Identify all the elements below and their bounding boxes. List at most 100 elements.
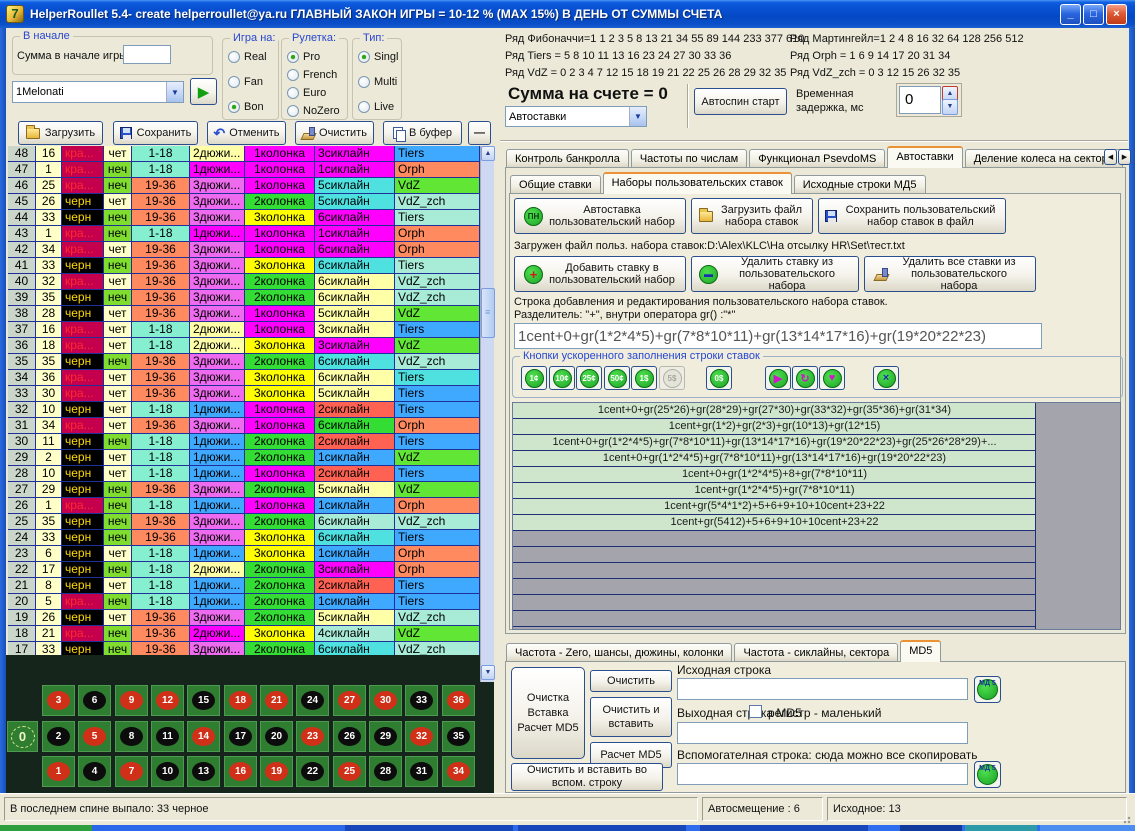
board-cell-6[interactable]: 6 (78, 685, 111, 716)
md5-clear-paste-aux-button[interactable]: Очистить и вставить во вспом. строку (511, 763, 663, 791)
history-scrollbar[interactable]: ▲ ▼ (480, 146, 494, 682)
taskbar-item[interactable] (700, 825, 868, 831)
bottomtab-md5[interactable]: MD5 (900, 640, 941, 662)
collapse-button[interactable]: — (468, 121, 491, 145)
bet-string-input[interactable] (514, 323, 1042, 349)
bet-string-row[interactable]: 1cent+gr(5*4*1*2)+5+6+9+10+10cent+23+22 (513, 499, 1036, 515)
run-profile-button[interactable]: ▶ (190, 78, 217, 105)
table-row[interactable]: 292чернчет1-181дюжи...2колонка1сиклайнVd… (8, 450, 480, 466)
delay-input[interactable]: 0 (899, 86, 941, 114)
close-button[interactable]: × (1106, 4, 1127, 25)
bottomtab-частота-zero-шансы-дюжины-колонки[interactable]: Частота - Zero, шансы, дюжины, колонки (506, 643, 732, 662)
table-row[interactable]: 471кра...неч1-181дюжи...1колонка1сиклайн… (8, 162, 480, 178)
md5-big-button[interactable]: Очистка Вставка Расчет MD5 (511, 667, 585, 759)
start-button[interactable] (0, 825, 92, 831)
table-row[interactable]: 261кра...неч1-181дюжи...1колонка1сиклайн… (8, 498, 480, 514)
radio-dot-icon[interactable] (358, 101, 370, 113)
board-cell-10[interactable]: 10 (151, 756, 184, 787)
board-cell-17[interactable]: 17 (224, 721, 257, 752)
table-row[interactable]: 3716кра...чет1-182дюжи...1колонка3сиклай… (8, 322, 480, 338)
table-row[interactable]: 236чернчет1-181дюжи...3колонка1сиклайнOr… (8, 546, 480, 562)
board-cell-28[interactable]: 28 (369, 756, 402, 787)
table-row[interactable]: 3618кра...чет1-182дюжи...3колонка3сиклай… (8, 338, 480, 354)
bet-string-row-empty[interactable] (513, 547, 1036, 563)
register-checkbox[interactable] (749, 705, 762, 718)
bet-string-row-empty[interactable] (513, 579, 1036, 595)
save-button[interactable]: Сохранить (113, 121, 198, 145)
clear-button[interactable]: Очистить (295, 121, 374, 145)
spin-history-table[interactable]: 4816кра...чет1-182дюжи...1колонка3сиклай… (8, 146, 480, 655)
load-set-file-button[interactable]: Загрузить файл набора ставок (691, 198, 813, 234)
board-cell-25[interactable]: 25 (333, 756, 366, 787)
tab-контроль-банкролла[interactable]: Контроль банкролла (506, 149, 629, 168)
resize-grip[interactable] (1123, 814, 1133, 824)
start-sum-input[interactable] (123, 45, 171, 64)
board-cell-21[interactable]: 21 (260, 685, 293, 716)
bet-string-row[interactable]: 1cent+gr(5412)+5+6+9+10+10cent+23+22 (513, 515, 1036, 531)
radio-nozero[interactable]: NoZero (287, 105, 340, 117)
roulette-board[interactable]: 3691215182124273033362581114172023262932… (6, 655, 494, 793)
table-row[interactable]: 3436кра...чет19-363дюжи...3колонка6сикла… (8, 370, 480, 386)
taskbar-item[interactable] (345, 825, 513, 831)
coin-button-50c[interactable]: 50¢ (604, 366, 630, 390)
board-cell-9[interactable]: 9 (115, 685, 148, 716)
bet-string-row[interactable]: 1cent+0+gr(1*2*4*5)+gr(7*8*10*11)+gr(13*… (513, 435, 1036, 451)
taskbar-item[interactable] (518, 825, 686, 831)
md5-aux-run-button[interactable]: МД 5 (974, 761, 1001, 788)
bet-string-row-empty[interactable] (513, 595, 1036, 611)
quick-play-button[interactable]: ▶ (765, 366, 791, 390)
coin-button-0d[interactable]: 0$ (706, 366, 732, 390)
board-cell-22[interactable]: 22 (296, 756, 329, 787)
table-row[interactable]: 3330кра...чет19-363дюжи...3колонка5сикла… (8, 386, 480, 402)
table-row[interactable]: 4032кра...чет19-363дюжи...2колонка6сикла… (8, 274, 480, 290)
subtab-исходные-строки-мд5[interactable]: Исходные строки МД5 (794, 175, 926, 194)
table-row[interactable]: 4234кра...чет19-363дюжи...1колонка6сикла… (8, 242, 480, 258)
board-cell-30[interactable]: 30 (369, 685, 402, 716)
quick-refresh-button[interactable]: ↻ (792, 366, 818, 390)
radio-dot-icon[interactable] (287, 105, 299, 117)
board-cell-15[interactable]: 15 (187, 685, 220, 716)
table-row[interactable]: 4433черннеч19-363дюжи...3колонка6сиклайн… (8, 210, 480, 226)
bet-string-row-empty[interactable] (513, 563, 1036, 579)
coin-button-25c[interactable]: 25¢ (576, 366, 602, 390)
scroll-down-icon[interactable]: ▼ (481, 665, 495, 680)
table-row[interactable]: 431кра...неч1-181дюжи...1колонка1сиклайн… (8, 226, 480, 242)
radio-dot-icon[interactable] (287, 87, 299, 99)
md5-source-input[interactable] (677, 678, 968, 700)
undo-button[interactable]: ↶ Отменить (207, 121, 286, 145)
radio-live[interactable]: Live (358, 101, 394, 113)
chevron-down-icon[interactable]: ▼ (629, 107, 646, 126)
tab-автоставки[interactable]: Автоставки (887, 146, 962, 168)
board-cell-3[interactable]: 3 (42, 685, 75, 716)
radio-dot-icon[interactable] (287, 69, 299, 81)
board-cell-12[interactable]: 12 (151, 685, 184, 716)
board-cell-32[interactable]: 32 (405, 721, 438, 752)
table-row[interactable]: 3535черннеч19-363дюжи...2колонка6сиклайн… (8, 354, 480, 370)
coin-button-1d[interactable]: 1$ (631, 366, 657, 390)
quick-x-button[interactable]: × (873, 366, 899, 390)
minimize-button[interactable]: _ (1060, 4, 1081, 25)
board-cell-5[interactable]: 5 (78, 721, 111, 752)
board-cell-18[interactable]: 18 (224, 685, 257, 716)
coin-button-10c[interactable]: 10¢ (549, 366, 575, 390)
bet-string-row-empty[interactable] (513, 611, 1036, 627)
maximize-button[interactable]: □ (1083, 4, 1104, 25)
radio-singl[interactable]: Singl (358, 51, 398, 63)
board-cell-4[interactable]: 4 (78, 756, 111, 787)
board-cell-29[interactable]: 29 (369, 721, 402, 752)
quick-heart-button[interactable]: ♥ (819, 366, 845, 390)
md5-run-button[interactable]: МД 5 (974, 676, 1001, 703)
remove-bet-button[interactable]: ▬ Удалить ставку из пользовательского на… (691, 256, 859, 292)
table-row[interactable]: 4133черннеч19-363дюжи...3колонка6сиклайн… (8, 258, 480, 274)
table-row[interactable]: 3828чернчет19-363дюжи...1колонка5сиклайн… (8, 306, 480, 322)
board-cell-7[interactable]: 7 (115, 756, 148, 787)
board-cell-14[interactable]: 14 (187, 721, 220, 752)
tab-scroll-right-icon[interactable]: ▶ (1118, 149, 1131, 165)
radio-dot-icon[interactable] (358, 76, 370, 88)
taskbar-item[interactable] (965, 825, 1037, 831)
table-row[interactable]: 4816кра...чет1-182дюжи...1колонка3сиклай… (8, 146, 480, 162)
radio-multi[interactable]: Multi (358, 76, 397, 88)
autospin-start-button[interactable]: Автоспин старт (694, 88, 787, 115)
radio-french[interactable]: French (287, 69, 337, 81)
table-row[interactable]: 1926чернчет19-363дюжи...2колонка5сиклайн… (8, 610, 480, 626)
